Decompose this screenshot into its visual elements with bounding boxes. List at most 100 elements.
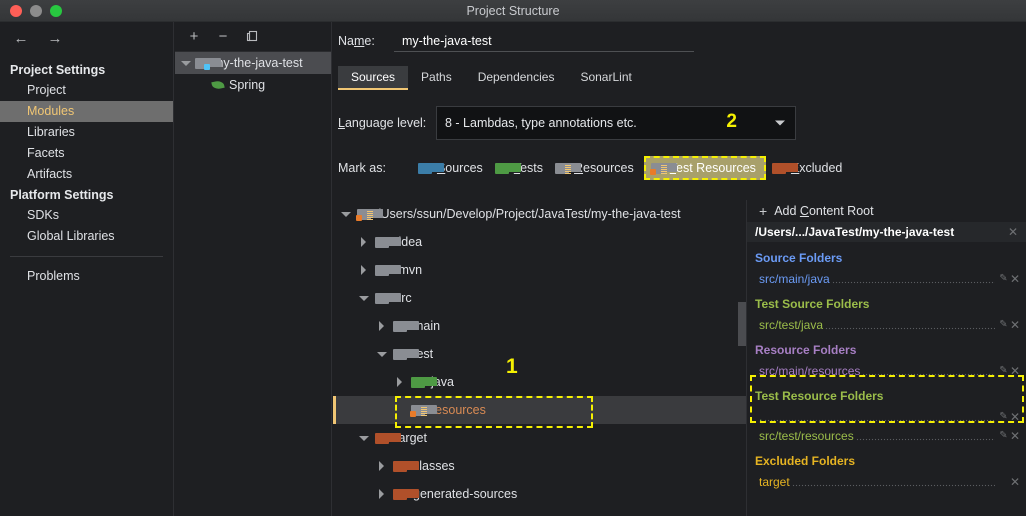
- annotation-number-1: 1: [506, 355, 518, 378]
- folder-entry-dot[interactable]: . ✎ ✕: [747, 407, 1026, 426]
- tree-row-label: generated-sources: [413, 487, 518, 501]
- tree-row-target[interactable]: target: [333, 424, 746, 452]
- mark-as-excluded-button[interactable]: Excluded: [768, 159, 850, 177]
- tab-paths[interactable]: Paths: [408, 66, 465, 90]
- folder-path: target: [759, 474, 790, 489]
- close-window-icon[interactable]: [10, 4, 22, 17]
- forward-arrow-icon[interactable]: →: [46, 29, 64, 47]
- folder-entry-target[interactable]: target ✕: [747, 472, 1026, 491]
- close-icon[interactable]: ✕: [1008, 226, 1018, 238]
- chevron-right-icon[interactable]: [377, 461, 387, 471]
- module-facet-spring[interactable]: Spring: [175, 74, 331, 96]
- chevron-right-icon[interactable]: [359, 265, 369, 275]
- dotted-leader: [764, 410, 995, 423]
- tree-row-main[interactable]: main: [333, 312, 746, 340]
- tree-row-mvn[interactable]: .mvn: [333, 256, 746, 284]
- folder-entry-src-main-java[interactable]: src/main/java ✎ ✕: [747, 269, 1026, 288]
- group-title-test-source-folders: Test Source Folders: [755, 297, 870, 311]
- tab-dependencies[interactable]: Dependencies: [465, 66, 568, 90]
- sidebar-item-problems[interactable]: Problems: [0, 266, 173, 287]
- chevron-right-icon[interactable]: [377, 321, 387, 331]
- chevron-down-icon[interactable]: [341, 209, 351, 219]
- edit-icon[interactable]: ✎: [997, 411, 1010, 422]
- content-root-file-tree: /Users/ssun/Develop/Project/JavaTest/my-…: [333, 200, 747, 516]
- sidebar-item-sdks[interactable]: SDKs: [0, 205, 173, 226]
- edit-icon[interactable]: ✎: [997, 430, 1010, 441]
- facet-label: Spring: [229, 78, 266, 92]
- spring-leaf-icon: [211, 79, 225, 91]
- sidebar-item-modules[interactable]: Modules: [0, 101, 173, 122]
- folder-icon: [375, 236, 401, 248]
- folder-path: src/test/java: [759, 317, 824, 332]
- chevron-right-icon[interactable]: [359, 237, 369, 247]
- language-level-label: Language level:: [338, 116, 427, 130]
- add-module-icon[interactable]: +: [186, 29, 202, 45]
- editor-tabs: Sources Paths Dependencies SonarLint: [338, 66, 1026, 90]
- close-icon[interactable]: ✕: [1010, 430, 1020, 442]
- module-editor: Name: my-the-java-test Sources Paths Dep…: [333, 22, 1026, 516]
- mark-as-tests-button[interactable]: Tests: [491, 159, 551, 177]
- folder-icon: [393, 320, 419, 332]
- language-level-select[interactable]: 8 - Lambdas, type annotations etc. 2: [436, 106, 796, 140]
- chevron-down-icon[interactable]: [181, 58, 191, 68]
- tree-row-java[interactable]: java: [333, 368, 746, 396]
- mark-as-row: Mark as: Sources Tests Resources Test Re…: [338, 156, 1026, 180]
- folder-entry-src-main-resources[interactable]: src/main/resources ✎ ✕: [747, 361, 1026, 380]
- add-content-root-button[interactable]: + Add Content Root: [747, 200, 1026, 222]
- folder-path: src/main/java: [759, 271, 830, 286]
- tab-sonarlint[interactable]: SonarLint: [567, 66, 644, 90]
- module-item-my-the-java-test[interactable]: my-the-java-test: [175, 52, 331, 74]
- tree-row-label: classes: [413, 459, 455, 473]
- sidebar-item-global-libraries[interactable]: Global Libraries: [0, 226, 173, 247]
- excluded-folder-icon: [393, 488, 419, 500]
- mark-as-test-resources-button[interactable]: Test Resources: [643, 156, 766, 180]
- close-icon[interactable]: ✕: [1010, 411, 1020, 423]
- tree-row-test[interactable]: test: [333, 340, 746, 368]
- content-root-details-panel: + Add Content Root /Users/.../JavaTest/m…: [747, 200, 1026, 516]
- chevron-down-icon[interactable]: [377, 349, 387, 359]
- mark-as-sources-button[interactable]: Sources: [414, 159, 491, 177]
- back-arrow-icon[interactable]: ←: [12, 29, 30, 47]
- sidebar-item-facets[interactable]: Facets: [0, 143, 173, 164]
- tree-row-generated-sources[interactable]: generated-sources: [333, 480, 746, 508]
- sidebar-item-libraries[interactable]: Libraries: [0, 122, 173, 143]
- chevron-down-icon[interactable]: [775, 120, 785, 126]
- minimize-window-icon[interactable]: [30, 4, 42, 17]
- group-title-test-resource-folders: Test Resource Folders: [755, 389, 884, 403]
- maximize-window-icon[interactable]: [50, 4, 62, 17]
- remove-module-icon[interactable]: −: [215, 29, 231, 45]
- resources-folder-icon: [555, 162, 581, 174]
- project-structure-window: Project Structure ← → Project Settings P…: [0, 0, 1026, 516]
- chevron-right-icon[interactable]: [377, 489, 387, 499]
- close-icon[interactable]: ✕: [1010, 365, 1020, 377]
- tree-row-resources[interactable]: resources: [333, 396, 746, 424]
- copy-module-icon[interactable]: [244, 29, 260, 45]
- sidebar-item-artifacts[interactable]: Artifacts: [0, 164, 173, 185]
- tree-row-generated-test-sources[interactable]: generated-test-sources: [333, 508, 746, 516]
- module-name-input[interactable]: my-the-java-test: [394, 34, 694, 52]
- tree-row-src[interactable]: src: [333, 284, 746, 312]
- tree-row-idea[interactable]: .idea: [333, 228, 746, 256]
- edit-icon[interactable]: ✎: [997, 273, 1010, 284]
- edit-icon[interactable]: ✎: [997, 319, 1010, 330]
- close-icon[interactable]: ✕: [1010, 273, 1020, 285]
- tree-row-content-root[interactable]: /Users/ssun/Develop/Project/JavaTest/my-…: [333, 200, 746, 228]
- close-icon[interactable]: ✕: [1010, 319, 1020, 331]
- folder-entry-src-test-java[interactable]: src/test/java ✎ ✕: [747, 315, 1026, 334]
- chevron-down-icon[interactable]: [359, 433, 369, 443]
- tab-sources[interactable]: Sources: [338, 66, 409, 90]
- tree-scrollbar-thumb[interactable]: [738, 302, 746, 346]
- edit-icon[interactable]: ✎: [997, 365, 1010, 376]
- chevron-right-icon[interactable]: [395, 377, 405, 387]
- chevron-down-icon[interactable]: [359, 293, 369, 303]
- content-root-header: /Users/.../JavaTest/my-the-java-test ✕: [747, 222, 1026, 242]
- navigation-arrows: ← →: [0, 22, 173, 54]
- mark-as-resources-button[interactable]: Resources: [551, 159, 642, 177]
- tree-row-classes[interactable]: classes: [333, 452, 746, 480]
- folder-entry-src-test-resources[interactable]: src/test/resources ✎ ✕: [747, 426, 1026, 445]
- close-icon[interactable]: ✕: [1010, 476, 1020, 488]
- folder-path: src/test/resources: [759, 428, 854, 443]
- dotted-leader: [862, 364, 995, 377]
- sidebar-item-project[interactable]: Project: [0, 80, 173, 101]
- dotted-leader: [825, 318, 995, 331]
